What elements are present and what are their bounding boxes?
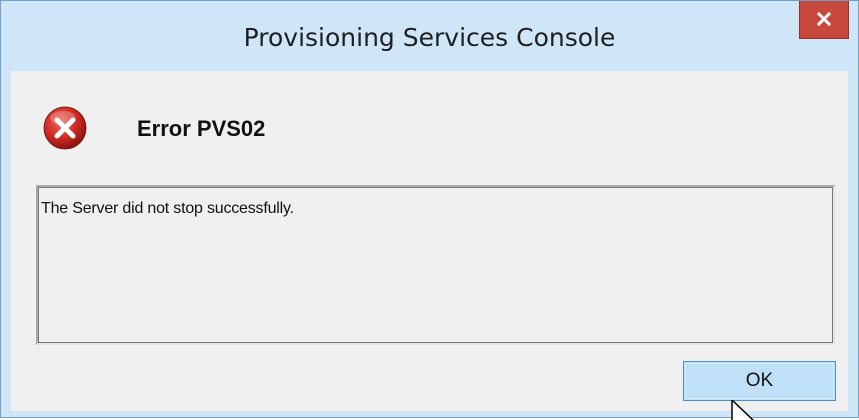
arrow-pointer-icon: [730, 400, 762, 420]
message-box[interactable]: The Server did not stop successfully.: [36, 185, 835, 345]
close-icon: [817, 12, 831, 26]
dialog-window: Provisioning Services Console Error PVS0…: [0, 0, 859, 418]
dialog-body: Error PVS02 The Server did not stop succ…: [11, 71, 848, 411]
title-bar[interactable]: Provisioning Services Console: [1, 1, 858, 71]
error-icon: [41, 104, 89, 152]
window-title: Provisioning Services Console: [243, 23, 616, 52]
error-heading: Error PVS02: [137, 116, 266, 141]
close-button[interactable]: [799, 1, 849, 39]
message-text: The Server did not stop successfully.: [41, 200, 294, 217]
ok-button[interactable]: OK: [683, 361, 836, 401]
